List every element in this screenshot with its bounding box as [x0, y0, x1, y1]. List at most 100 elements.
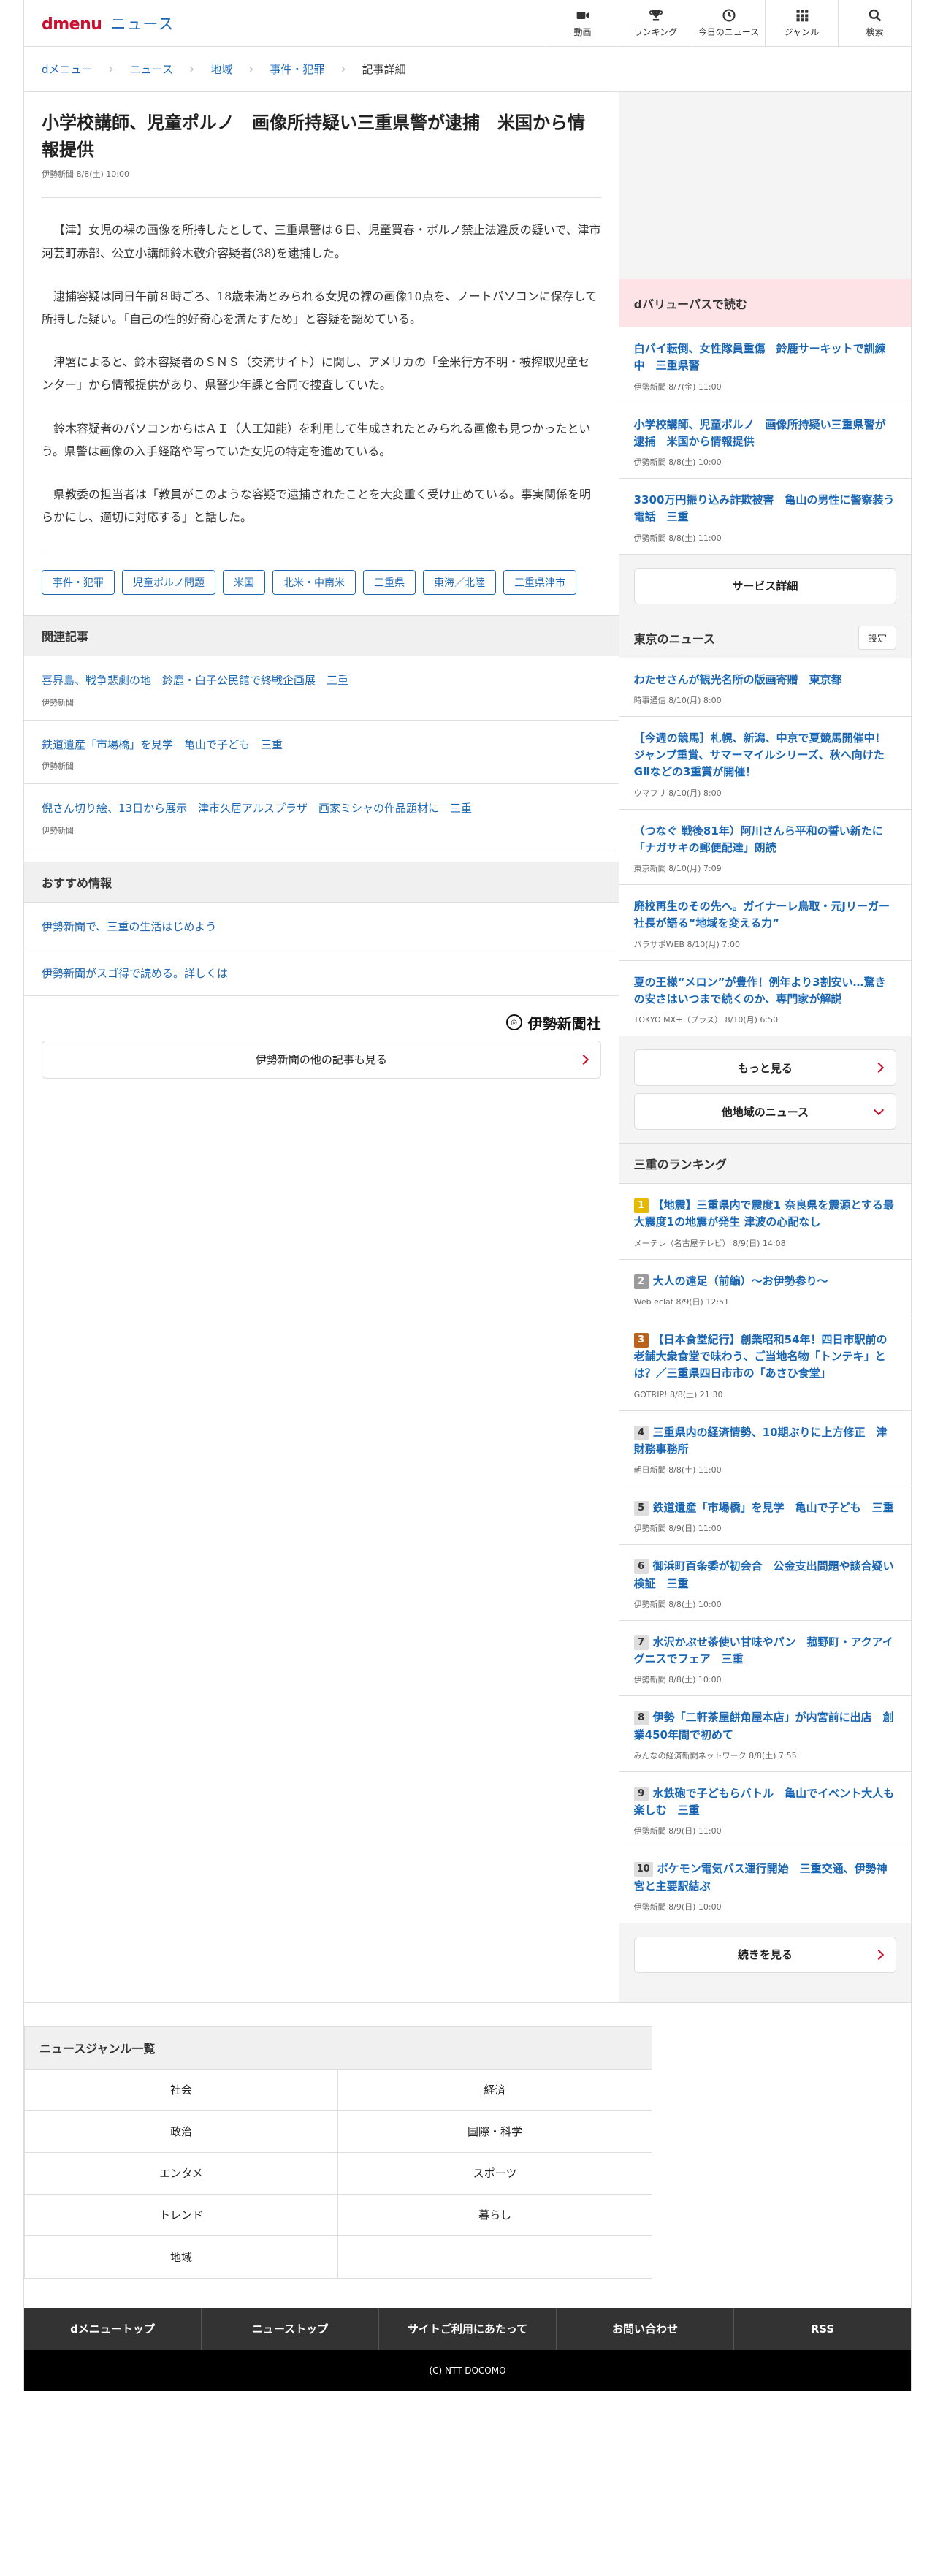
- section-title: ニュース: [110, 15, 175, 33]
- brand-logo: dmenu: [42, 15, 102, 34]
- nav-video[interactable]: 動画: [546, 0, 619, 47]
- related-item[interactable]: 喜界島、戦争悲劇の地 鈴鹿・白子公民館で終戦企画展 三重 伊勢新聞: [24, 656, 619, 721]
- ranking-item[interactable]: 9 水鉄砲で子どもらバトル 亀山でイベント大人も楽しむ 三重 伊勢新聞 8/9(日…: [619, 1772, 911, 1848]
- ranking-more-label: 続きを見る: [737, 1948, 793, 1962]
- tag-tokai[interactable]: 東海／北陸: [423, 570, 496, 596]
- breadcrumb-news[interactable]: ニュース: [130, 61, 173, 77]
- ranking-item[interactable]: 1 【地震】三重県内で震度1 奈良県を震源とする最大震度1の地震が発生 津波の心配…: [619, 1184, 911, 1260]
- ranking-source: GOTRIP! 8/8(土) 21:30: [633, 1389, 723, 1399]
- tokyo-news-item[interactable]: （つなぐ 戦後81年）阿川さんら平和の誓い新たに「ナガサキの郵便配達」朗読 東京…: [619, 810, 911, 885]
- publisher-logo: ◎ 伊勢新聞社: [24, 996, 619, 1041]
- article-body: 【津】女児の裸の画像を所持したとして、三重県警は６日、児童買春・ポルノ禁止法違反…: [42, 219, 601, 553]
- ranking-source: 伊勢新聞 8/9(日) 11:00: [633, 1826, 722, 1836]
- genre-world-science[interactable]: 国際・科学: [338, 2111, 652, 2153]
- ranking-item[interactable]: 4 三重県内の経済情勢、10期ぶりに上方修正 津財務事務所 朝日新聞 8/8(土)…: [619, 1411, 911, 1486]
- related-source: 伊勢新聞: [42, 761, 74, 772]
- breadcrumb: dメニュー › ニュース › 地域 › 事件・犯罪 › 記事詳細: [24, 47, 911, 92]
- footer-rss[interactable]: RSS: [734, 2308, 911, 2350]
- nav-genre[interactable]: ジャンル: [765, 0, 838, 47]
- genre-life[interactable]: 暮らし: [338, 2195, 652, 2236]
- tokyo-news-item[interactable]: 廃校再生のその先へ。ガイナーレ鳥取・元Jリーガー社長が語る“地域を変える力” パ…: [619, 885, 911, 961]
- genre-list: ニュースジャンル一覧 社会 経済 政治 国際・科学 エンタメ スポーツ トレンド…: [24, 2026, 652, 2279]
- ranking-source: 伊勢新聞 8/8(土) 10:00: [633, 1675, 722, 1685]
- dvalue-item[interactable]: 小学校講師、児童ポルノ 画像所持疑い三重県警が逮捕 米国から情報提供 伊勢新聞 …: [619, 403, 911, 479]
- breadcrumb-current: 記事詳細: [362, 63, 406, 76]
- ranking-item[interactable]: 7 水沢かぶせ茶使い甘味やパン 菰野町・アクアイグニスでフェア 三重 伊勢新聞 8…: [619, 1621, 911, 1697]
- service-detail-label: サービス詳細: [732, 580, 798, 593]
- rank-badge: 8: [633, 1711, 649, 1726]
- tag-tsu-city[interactable]: 三重県津市: [503, 570, 576, 596]
- service-detail-button[interactable]: サービス詳細: [633, 567, 896, 604]
- ranking-item[interactable]: 5 鉄道遺産「市場橋」を見学 亀山で子ども 三重 伊勢新聞 8/9(日) 11:0…: [619, 1486, 911, 1546]
- rank-badge: 2: [633, 1274, 649, 1289]
- tokyo-news-title: ［今週の競馬］札幌、新潟、中京で夏競馬開催中！ジャンプ重賞、サマーマイルシリーズ…: [633, 731, 886, 779]
- genre-region[interactable]: 地域: [25, 2235, 338, 2278]
- tag-child-porn[interactable]: 児童ポルノ問題: [122, 570, 215, 596]
- tokyo-more-button[interactable]: もっと見る: [633, 1049, 896, 1086]
- related-item[interactable]: 倪さん切り絵、13日から展示 津市久居アルスプラザ 画家ミシャの作品題材に 三重…: [24, 784, 619, 848]
- nav-search-label: 検索: [866, 27, 884, 37]
- related-item[interactable]: 鉄道遺産「市場橋」を見学 亀山で子ども 三重 伊勢新聞: [24, 721, 619, 785]
- chevron-right-icon: [578, 1054, 589, 1065]
- tag-americas[interactable]: 北米・中南米: [272, 570, 356, 596]
- grid-icon: [796, 10, 808, 22]
- chevron-right-icon: ›: [340, 61, 346, 77]
- dvalue-item[interactable]: 3300万円振り込み詐欺被害 亀山の男性に警察装う電話 三重 伊勢新聞 8/8(…: [619, 479, 911, 555]
- footer-news-top[interactable]: ニューストップ: [202, 2307, 379, 2350]
- breadcrumb-region[interactable]: 地域: [210, 61, 232, 77]
- site-logo[interactable]: dmenu ニュース: [24, 12, 546, 34]
- breadcrumb-crime[interactable]: 事件・犯罪: [270, 61, 324, 77]
- nav-today-label: 今日のニュース: [698, 27, 760, 37]
- ranking-source: 伊勢新聞 8/8(土) 10:00: [633, 1599, 722, 1609]
- dvalue-title: 小学校講師、児童ポルノ 画像所持疑い三重県警が逮捕 米国から情報提供: [633, 417, 886, 448]
- article: 小学校講師、児童ポルノ 画像所持疑い三重県警が逮捕 米国から情報提供 伊勢新聞 …: [24, 92, 619, 615]
- tag-crime[interactable]: 事件・犯罪: [42, 570, 115, 596]
- nav-search[interactable]: 検索: [838, 0, 911, 47]
- tag-usa[interactable]: 米国: [223, 570, 265, 596]
- genre-economy[interactable]: 経済: [338, 2070, 652, 2111]
- dvalue-item[interactable]: 白バイ転倒、女性隊員重傷 鈴鹿サーキットで訓練中 三重県警 伊勢新聞 8/7(金…: [619, 327, 911, 403]
- footer-terms[interactable]: サイトご利用にあたって: [379, 2307, 557, 2350]
- genre-sports[interactable]: スポーツ: [338, 2153, 652, 2195]
- article-paragraph: 逮捕容疑は同日午前８時ごろ、18歳未満とみられる女児の裸の画像10点を、ノートパ…: [42, 289, 598, 326]
- tokyo-news-item[interactable]: 夏の王様“メロン”が豊作！例年より3割安い…驚きの安さはいつまで続くのか、専門家…: [619, 961, 911, 1036]
- breadcrumb-dmenu[interactable]: dメニュー: [42, 61, 93, 77]
- tokyo-news-item[interactable]: わたせさんが観光名所の版画寄贈 東京都 時事通信 8/10(月) 8:00: [619, 658, 911, 717]
- footer-nav: dメニュートップ ニューストップ サイトご利用にあたって お問い合わせ RSS: [24, 2307, 911, 2350]
- genre-politics[interactable]: 政治: [25, 2110, 338, 2153]
- ranking-more-button[interactable]: 続きを見る: [633, 1936, 896, 1973]
- dvalue-source: 伊勢新聞 8/8(土) 10:00: [633, 457, 722, 467]
- publisher-name: 伊勢新聞社: [527, 1014, 601, 1033]
- ranking-title: 鉄道遺産「市場橋」を見学 亀山で子ども 三重: [652, 1501, 894, 1514]
- ranking-item[interactable]: 10 ポケモン電気バス運行開始 三重交通、伊勢神宮と主要駅結ぶ 伊勢新聞 8/9(…: [619, 1847, 911, 1923]
- ranking-item[interactable]: 6 御浜町百条委が初会合 公金支出問題や談合疑い検証 三重 伊勢新聞 8/8(土)…: [619, 1545, 911, 1621]
- rank-badge: 4: [633, 1425, 649, 1440]
- nav-today[interactable]: 今日のニュース: [692, 0, 765, 47]
- ranking-title: 【地震】三重県内で震度1 奈良県を震源とする最大震度1の地震が発生 津波の心配な…: [633, 1198, 894, 1229]
- other-region-button[interactable]: 他地域のニュース: [633, 1093, 896, 1130]
- ranking-title: 【日本食堂紀行】創業昭和54年！四日市駅前の老舗大衆食堂で味わう、ご当地名物「ト…: [633, 1332, 888, 1380]
- genre-society[interactable]: 社会: [25, 2069, 338, 2111]
- region-settings-button[interactable]: 設定: [858, 626, 896, 650]
- genre-heading: ニュースジャンル一覧: [25, 2026, 652, 2070]
- recommend-item[interactable]: 伊勢新聞で、三重の生活はじめよう: [24, 903, 619, 949]
- related-title: 鉄道遺産「市場橋」を見学 亀山で子ども 三重: [42, 737, 283, 751]
- genre-entertainment[interactable]: エンタメ: [25, 2152, 338, 2195]
- video-icon: [576, 12, 589, 19]
- ranking-item[interactable]: 3 【日本食堂紀行】創業昭和54年！四日市駅前の老舗大衆食堂で味わう、ご当地名物「…: [619, 1318, 911, 1411]
- publisher-more-button[interactable]: 伊勢新聞の他の記事も見る: [42, 1040, 601, 1079]
- related-title: 倪さん切り絵、13日から展示 津市久居アルスプラザ 画家ミシャの作品題材に 三重: [42, 802, 472, 816]
- article-meta: 伊勢新聞 8/8(土) 10:00: [42, 168, 601, 199]
- footer-dmenu-top[interactable]: dメニュートップ: [24, 2307, 202, 2350]
- tag-mie[interactable]: 三重県: [363, 570, 416, 596]
- ranking-item[interactable]: 2 大人の遠足（前編）～お伊勢参り～ Web eclat 8/9(日) 12:51: [619, 1260, 911, 1318]
- ranking-item[interactable]: 8 伊勢「二軒茶屋餅角屋本店」が内宮前に出店 創業450年間で初めて みんなの経済…: [619, 1696, 911, 1772]
- genre-trend[interactable]: トレンド: [25, 2194, 338, 2236]
- other-region-label: 他地域のニュース: [721, 1105, 809, 1119]
- footer-contact[interactable]: お問い合わせ: [557, 2307, 734, 2350]
- tokyo-news-item[interactable]: ［今週の競馬］札幌、新潟、中京で夏競馬開催中！ジャンプ重賞、サマーマイルシリーズ…: [619, 717, 911, 810]
- nav-ranking[interactable]: ランキング: [619, 0, 692, 47]
- recommend-item[interactable]: 伊勢新聞がスゴ得で読める。詳しくは: [24, 949, 619, 996]
- tag-list: 事件・犯罪 児童ポルノ問題 米国 北米・中南米 三重県 東海／北陸 三重県津市: [42, 552, 597, 615]
- dvalue-heading: dバリューパスで読む: [619, 279, 911, 327]
